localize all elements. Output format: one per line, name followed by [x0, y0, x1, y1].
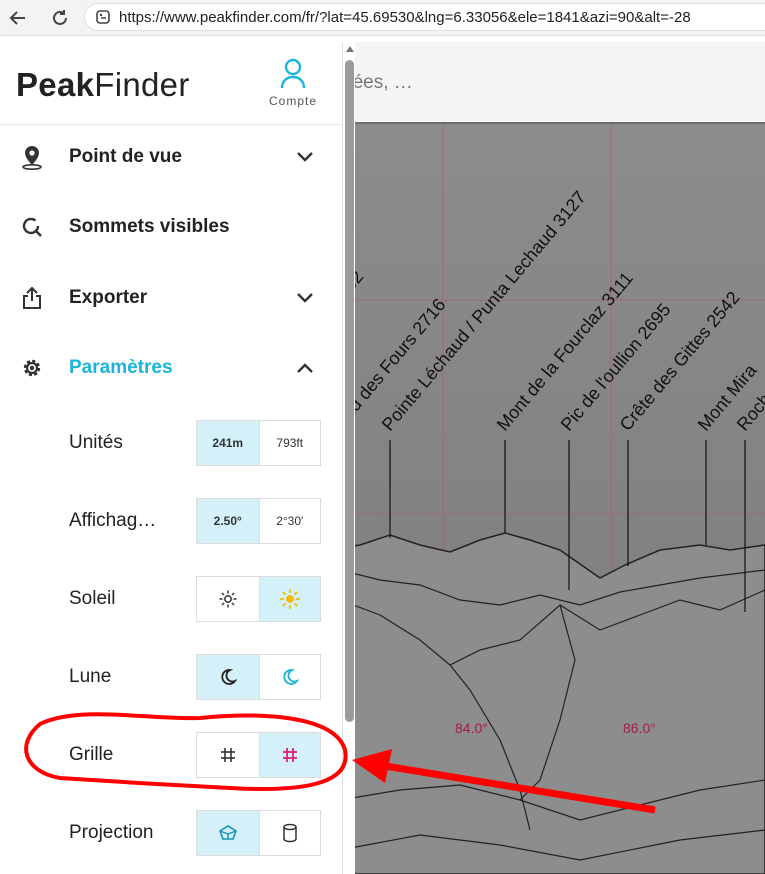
logo-light: Finder	[94, 66, 190, 103]
setting-label: Soleil	[69, 588, 116, 609]
menu-label: Paramètres	[69, 357, 173, 378]
projection-cylinder-option[interactable]	[258, 811, 321, 855]
grid-label: 86.0°	[623, 720, 656, 736]
projection-3d-option[interactable]	[197, 811, 259, 855]
units-toggle[interactable]: 241m 793ft	[196, 420, 321, 466]
menu-label: Exporter	[69, 287, 148, 308]
display-option-decimal[interactable]: 2.50°	[197, 499, 259, 543]
chevron-down-icon	[294, 146, 316, 168]
menu-item-sommets-visibles[interactable]: Sommets visibles	[0, 202, 343, 252]
chevron-up-icon	[294, 357, 316, 379]
sun-on-option[interactable]	[258, 577, 320, 621]
chevron-down-icon	[294, 287, 316, 309]
grid-dark-icon	[220, 748, 235, 762]
sun-off-option[interactable]	[197, 577, 259, 621]
panorama-canvas: 252 ud des Fours 2716 Pointe Léchaud / P…	[340, 124, 765, 874]
scroll-up-arrow-icon[interactable]	[346, 46, 354, 52]
setting-lune: Lune	[0, 654, 343, 704]
menu-label: Point de vue	[69, 146, 182, 167]
scroll-thumb[interactable]	[345, 60, 354, 722]
moon-toggle[interactable]	[196, 654, 321, 700]
units-option-m[interactable]: 241m	[197, 421, 259, 465]
share-export-icon	[18, 284, 46, 312]
sidebar-scrollbar[interactable]	[343, 42, 355, 874]
address-bar[interactable]: https://www.peakfinder.com/fr/?lat=45.69…	[84, 3, 765, 31]
reload-button[interactable]	[46, 4, 74, 32]
grid-on-option[interactable]	[258, 733, 320, 777]
grid-label: 84.0°	[455, 720, 488, 736]
menu-item-point-de-vue[interactable]: Point de vue	[0, 132, 343, 182]
cube-3d-icon	[218, 825, 237, 840]
gear-icon	[18, 354, 46, 382]
display-option-dms[interactable]: 2°30′	[258, 499, 321, 543]
display-toggle[interactable]: 2.50° 2°30′	[196, 498, 321, 544]
url-text: https://www.peakfinder.com/fr/?lat=45.69…	[119, 8, 691, 26]
setting-label: Grille	[69, 744, 114, 765]
setting-label: Lune	[69, 666, 112, 687]
location-pin-icon	[18, 143, 46, 171]
units-option-ft[interactable]: 793ft	[258, 421, 321, 465]
account-label: Compte	[268, 94, 318, 108]
back-button[interactable]	[4, 4, 32, 32]
sidebar-panel: PeakFinder Compte Point de vue Sommets v…	[0, 42, 343, 874]
sun-filled-icon	[279, 589, 300, 609]
app-logo[interactable]: PeakFinder	[16, 66, 190, 104]
menu-item-exporter[interactable]: Exporter	[0, 273, 343, 323]
projection-toggle[interactable]	[196, 810, 321, 856]
moon-light-icon	[283, 669, 299, 685]
menu-label: Sommets visibles	[69, 216, 230, 237]
moon-light-option[interactable]	[258, 655, 321, 699]
search-bar[interactable]: nées, …	[340, 42, 765, 124]
setting-affichage: Affichag… 2.50° 2°30′	[0, 498, 343, 548]
account-button[interactable]: Compte	[262, 58, 324, 118]
user-icon	[280, 58, 306, 89]
search-refresh-icon	[18, 213, 46, 241]
setting-soleil: Soleil	[0, 576, 343, 626]
menu-item-parametres[interactable]: Paramètres	[0, 343, 343, 393]
panorama-view[interactable]: nées, … ud des Fours 2716 Pointe Léchaud…	[340, 42, 765, 874]
sun-toggle[interactable]	[196, 576, 321, 622]
back-arrow-icon	[9, 10, 25, 25]
sun-outline-icon	[219, 590, 237, 608]
moon-dark-option[interactable]	[197, 655, 259, 699]
browser-toolbar: https://www.peakfinder.com/fr/?lat=45.69…	[0, 0, 765, 36]
header-divider	[0, 124, 343, 125]
site-info-icon[interactable]	[95, 9, 111, 25]
setting-unites: Unités 241m 793ft	[0, 420, 343, 470]
setting-grille: Grille	[0, 732, 343, 782]
setting-label: Projection	[69, 822, 154, 843]
reload-icon	[53, 9, 67, 25]
setting-label: Affichag…	[69, 510, 157, 531]
setting-label: Unités	[69, 432, 123, 453]
moon-dark-icon	[221, 669, 237, 685]
grid-off-option[interactable]	[197, 733, 259, 777]
setting-projection: Projection	[0, 810, 343, 860]
grid-toggle[interactable]	[196, 732, 321, 778]
logo-bold: Peak	[16, 66, 95, 103]
grid-pink-icon	[282, 748, 297, 762]
cylinder-icon	[283, 823, 297, 843]
